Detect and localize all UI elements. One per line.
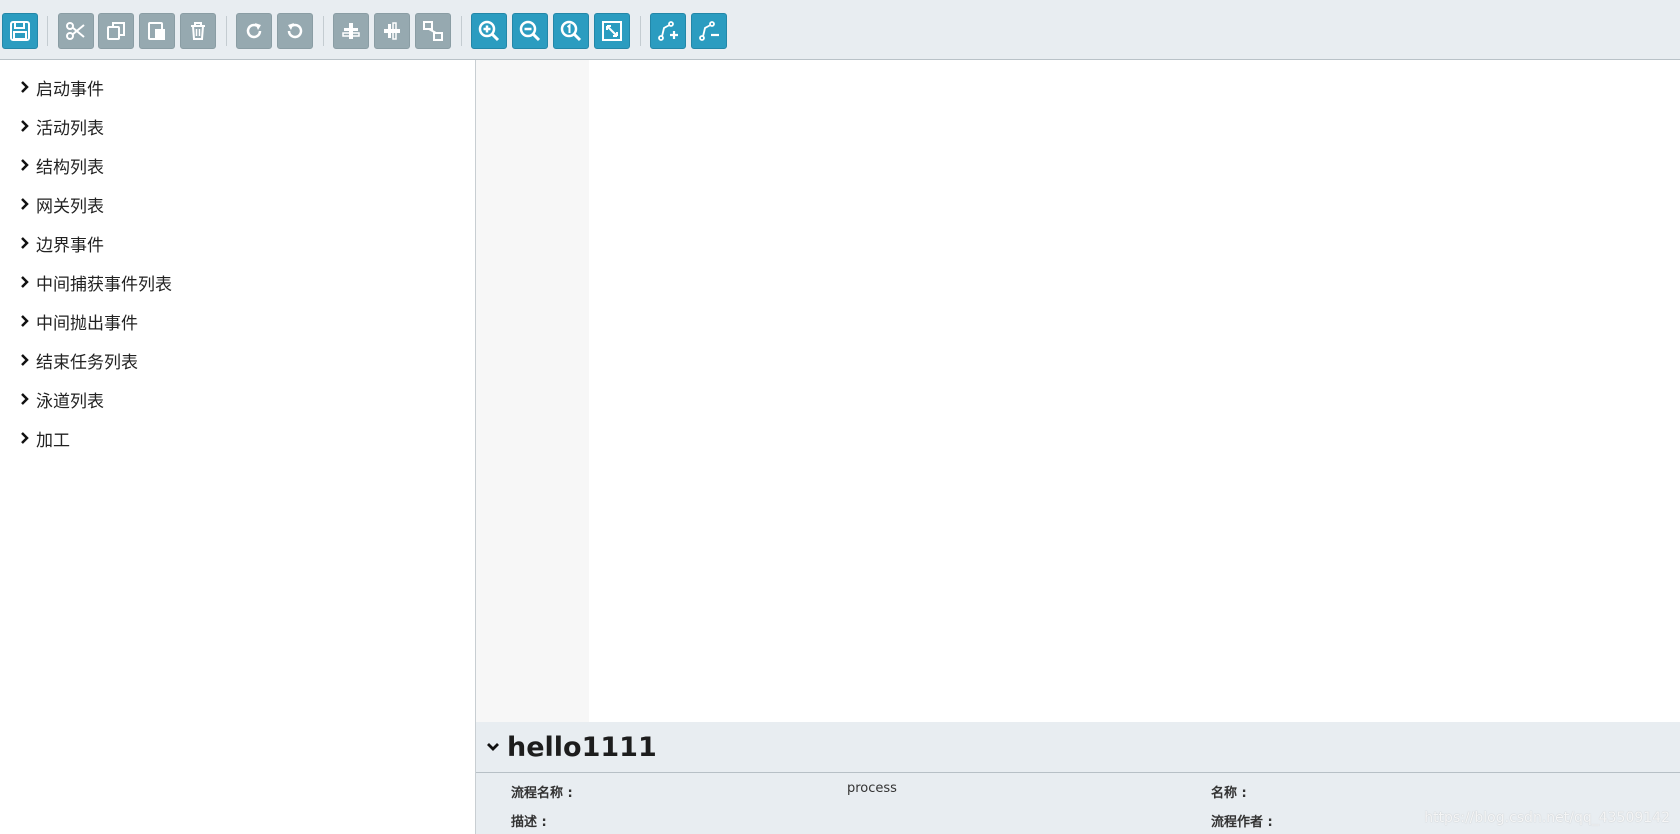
- description-label: 描述 :: [511, 815, 547, 830]
- palette-group-label: 中间抛出事件: [36, 313, 138, 334]
- chevron-right-icon: [21, 159, 29, 171]
- canvas-margin: [476, 60, 589, 722]
- chevron-right-icon: [21, 315, 29, 327]
- align-vertical-icon: [384, 22, 400, 40]
- zoom-fit-icon: [602, 21, 622, 41]
- remove-bendpoint-button[interactable]: [691, 13, 727, 49]
- delete-icon: [191, 22, 205, 40]
- chevron-right-icon: [21, 393, 29, 405]
- author-label: 流程作者 :: [1211, 815, 1273, 830]
- properties-panel: hello1111 流程名称 : process 名称 : 描述 : 流程作者 …: [476, 722, 1680, 834]
- process-name-value[interactable]: process: [847, 781, 897, 796]
- align-vertical-button[interactable]: [374, 13, 410, 49]
- chevron-right-icon: [21, 81, 29, 93]
- palette-group-label: 启动事件: [36, 79, 104, 100]
- palette-group-intermediate-throw-events[interactable]: 中间抛出事件: [18, 308, 138, 334]
- toolbar: [0, 0, 1680, 60]
- palette-sidebar: 启动事件 活动列表 结构列表 网关列表 边界事件 中间捕获事件列表 中间抛出事件…: [0, 60, 476, 834]
- diagram-canvas[interactable]: [476, 60, 1680, 722]
- save-icon: [10, 21, 30, 41]
- palette-group-boundary-events[interactable]: 边界事件: [18, 230, 104, 256]
- toolbar-separator: [323, 16, 324, 46]
- save-button[interactable]: [2, 13, 38, 49]
- palette-group-label: 活动列表: [36, 118, 104, 139]
- toolbar-separator: [461, 16, 462, 46]
- toolbar-separator: [47, 16, 48, 46]
- same-size-icon: [423, 21, 443, 41]
- delete-button[interactable]: [180, 13, 216, 49]
- palette-group-label: 边界事件: [36, 235, 104, 256]
- palette-group-label: 结构列表: [36, 157, 104, 178]
- palette-group-label: 结束任务列表: [36, 352, 138, 373]
- palette-group-processing[interactable]: 加工: [18, 425, 70, 451]
- zoom-out-button[interactable]: [512, 13, 548, 49]
- zoom-actual-icon: [560, 20, 582, 42]
- undo-icon: [287, 23, 303, 39]
- chevron-right-icon: [21, 432, 29, 444]
- palette-group-label: 网关列表: [36, 196, 104, 217]
- paste-icon: [148, 22, 165, 40]
- zoom-in-icon: [478, 20, 500, 42]
- palette-group-start-events[interactable]: 启动事件: [18, 74, 104, 100]
- palette-group-gateways[interactable]: 网关列表: [18, 191, 104, 217]
- palette-group-structures[interactable]: 结构列表: [18, 152, 104, 178]
- chevron-right-icon: [21, 120, 29, 132]
- properties-header[interactable]: hello1111: [476, 722, 1680, 773]
- zoom-out-icon: [519, 20, 541, 42]
- palette-group-label: 中间捕获事件列表: [36, 274, 172, 295]
- add-bendpoint-button[interactable]: [650, 13, 686, 49]
- redo-button[interactable]: [236, 13, 272, 49]
- palette-group-end-events[interactable]: 结束任务列表: [18, 347, 138, 373]
- palette-group-intermediate-catch-events[interactable]: 中间捕获事件列表: [18, 269, 172, 295]
- toolbar-separator: [640, 16, 641, 46]
- zoom-in-button[interactable]: [471, 13, 507, 49]
- palette-group-swimlanes[interactable]: 泳道列表: [18, 386, 104, 412]
- chevron-right-icon: [21, 354, 29, 366]
- process-name-label: 流程名称 :: [511, 786, 573, 801]
- palette-group-activities[interactable]: 活动列表: [18, 113, 104, 139]
- copy-icon: [107, 22, 125, 40]
- cut-button[interactable]: [58, 13, 94, 49]
- palette-group-label: 加工: [36, 430, 70, 451]
- cut-icon: [66, 22, 85, 40]
- paste-button[interactable]: [139, 13, 175, 49]
- undo-button[interactable]: [277, 13, 313, 49]
- zoom-fit-button[interactable]: [594, 13, 630, 49]
- name-label: 名称 :: [1211, 786, 1247, 801]
- toolbar-separator: [226, 16, 227, 46]
- same-size-button[interactable]: [415, 13, 451, 49]
- watermark-text: https://blog.csdn.net/qq_43509142: [1424, 810, 1670, 826]
- zoom-actual-button[interactable]: [553, 13, 589, 49]
- chevron-down-icon[interactable]: [485, 739, 501, 755]
- chevron-right-icon: [21, 237, 29, 249]
- align-horizontal-button[interactable]: [333, 13, 369, 49]
- chevron-right-icon: [21, 276, 29, 288]
- properties-title: hello1111: [507, 731, 657, 763]
- palette-group-label: 泳道列表: [36, 391, 104, 412]
- chevron-right-icon: [21, 198, 29, 210]
- copy-button[interactable]: [98, 13, 134, 49]
- add-bendpoint-icon: [658, 21, 678, 41]
- redo-icon: [246, 23, 262, 39]
- remove-bendpoint-icon: [699, 21, 719, 41]
- align-horizontal-icon: [342, 23, 360, 39]
